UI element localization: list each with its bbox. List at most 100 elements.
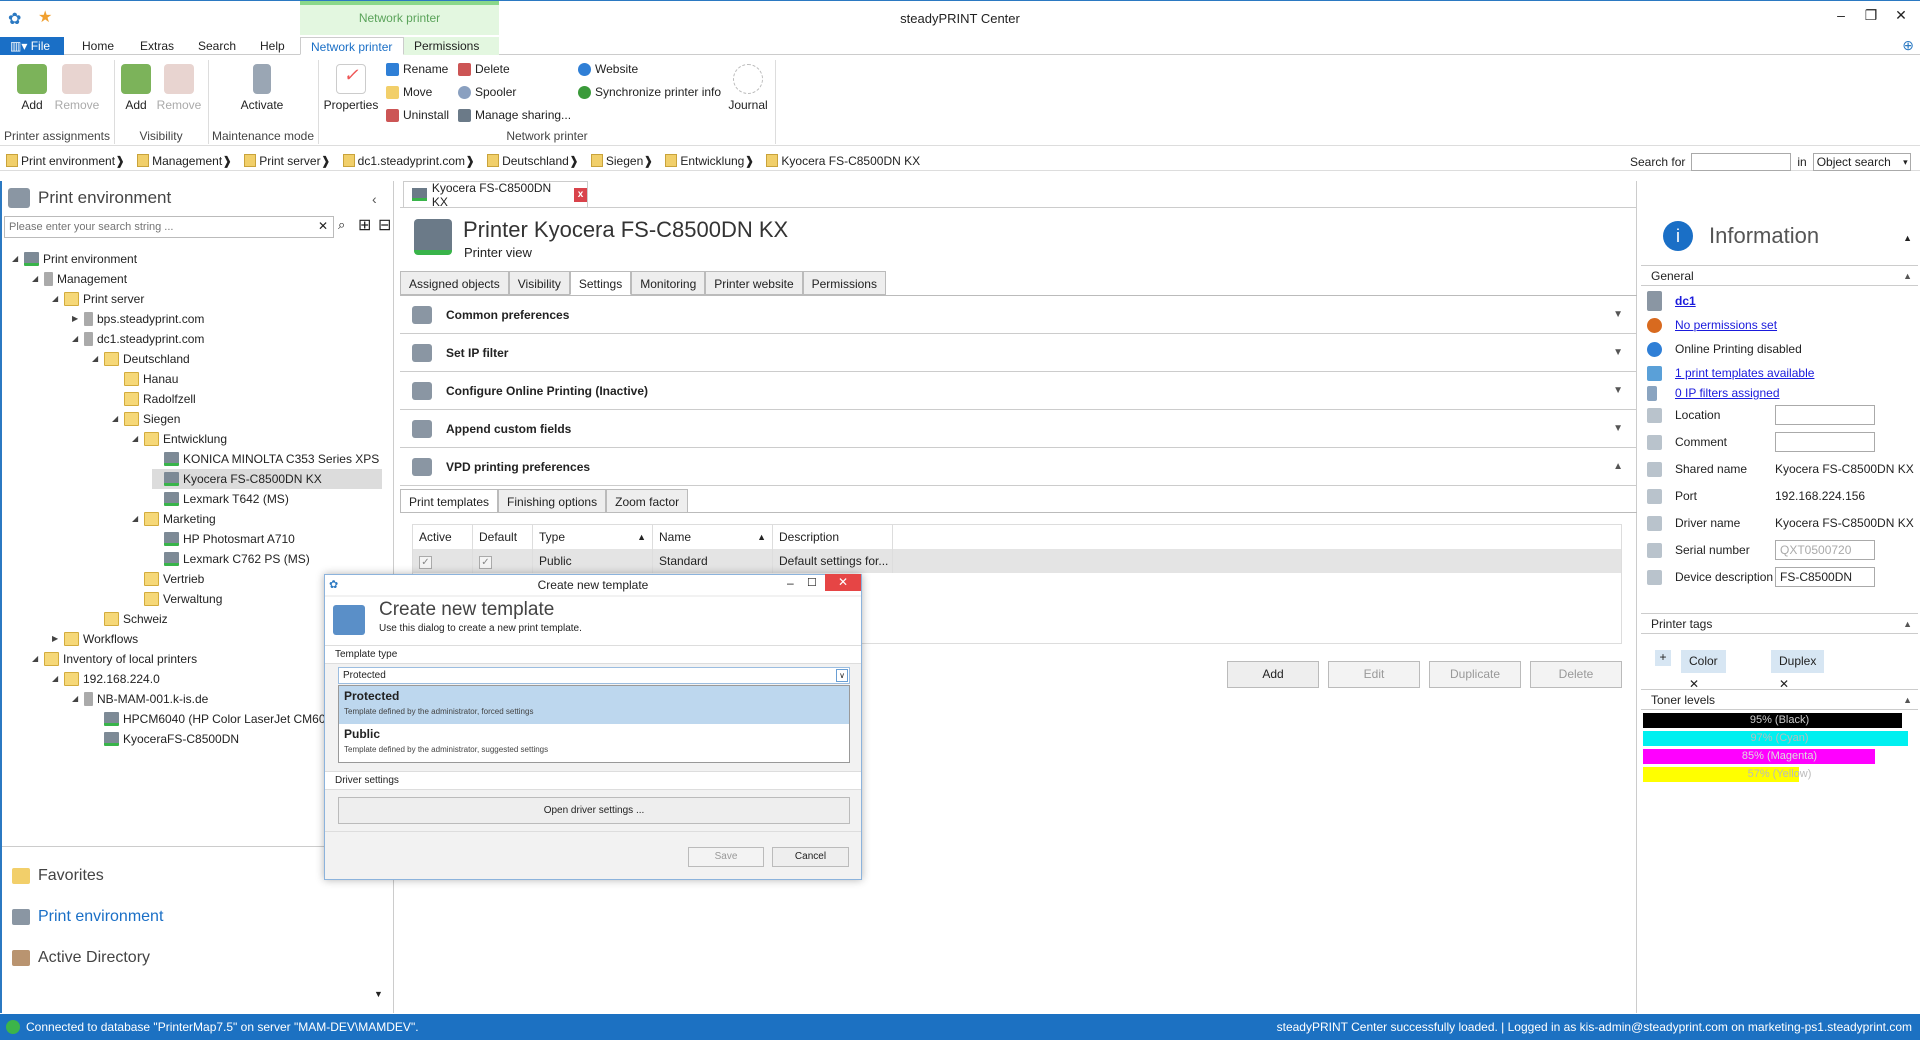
breadcrumb-item[interactable]: Management ❱ [137,154,232,168]
chevron-down-icon[interactable]: ▼ [374,989,383,999]
journal-button[interactable]: Journal [726,64,770,112]
templates-link[interactable]: 1 print templates available [1675,366,1814,380]
subtab-print-templates[interactable]: Print templates [400,489,499,513]
tree-item[interactable]: ◢ Entwicklung [132,429,227,449]
expander-icon[interactable]: ◢ [132,509,144,529]
tab-help[interactable]: Help [250,37,295,55]
tree-item[interactable]: Lexmark T642 (MS) [152,489,289,509]
minimize-button[interactable]: – [1828,7,1854,23]
open-driver-settings-button[interactable]: Open driver settings ... [338,797,850,824]
toner-levels-header[interactable]: Toner levels ▲ [1641,689,1918,710]
settings-section[interactable]: VPD printing preferences ▲ [400,448,1637,486]
close-tab-icon[interactable]: x [574,187,587,202]
expander-icon[interactable]: ◢ [52,669,64,689]
document-tab[interactable]: Kyocera FS-C8500DN KX x [403,181,588,209]
clear-search-icon[interactable]: ✕ [318,219,328,233]
template-type-select[interactable]: Protected ∨ [338,667,850,684]
duplicate-template-button[interactable]: Duplicate [1429,661,1521,688]
add-template-button[interactable]: Add [1227,661,1319,688]
tab-printer-website[interactable]: Printer website [705,271,803,295]
field-value[interactable] [1775,405,1875,425]
tab-visibility[interactable]: Visibility [508,271,570,295]
field-value[interactable]: QXT0500720 [1775,540,1875,560]
field-value[interactable] [1775,432,1875,452]
expander-icon[interactable]: ◢ [72,329,84,349]
tree-item[interactable]: ◢ NB-MAM-001.k-is.de [72,689,208,709]
tree-item[interactable]: Lexmark C762 PS (MS) [152,549,310,569]
sync-printer-button[interactable]: Synchronize printer info [578,85,721,99]
tree-item[interactable]: ▶ Workflows [52,629,138,649]
properties-button[interactable]: ✓ Properties [322,64,380,112]
settings-section[interactable]: Set IP filter ▼ [400,334,1637,372]
general-header[interactable]: General ▲ [1641,265,1918,286]
column-header[interactable]: Description [773,525,893,549]
visibility-add-button[interactable]: Add [118,64,154,112]
tab-search[interactable]: Search [188,37,246,55]
move-button[interactable]: Move [386,85,432,99]
tree-search-input[interactable] [4,216,334,238]
breadcrumb-item[interactable]: Siegen ❱ [590,154,653,168]
tree-item[interactable]: ◢ 192.168.224.0 [52,669,160,689]
option-public[interactable]: Public Template defined by the administra… [339,724,849,762]
tree-item[interactable]: ▶ bps.steadyprint.com [72,309,204,329]
ip-filters-link[interactable]: 0 IP filters assigned [1675,386,1780,400]
add-tag-icon[interactable]: + [1655,650,1671,666]
website-button[interactable]: Website [578,62,638,76]
breadcrumb-item[interactable]: Kyocera FS-C8500DN KX [766,154,920,168]
tab-monitoring[interactable]: Monitoring [631,271,706,295]
tree-item[interactable]: Schweiz [92,609,168,629]
visibility-remove-button[interactable]: Remove [156,64,202,112]
subtab-zoom-factor[interactable]: Zoom factor [606,489,689,513]
settings-section[interactable]: Append custom fields ▼ [400,410,1637,448]
activate-button[interactable]: Activate [232,64,292,112]
tree-item[interactable]: Radolfzell [112,389,196,409]
expander-icon[interactable]: ▶ [52,629,64,649]
tab-file[interactable]: ▥▾ File [0,37,64,55]
table-row[interactable]: ✓ ✓ Public Standard Default settings for... [413,549,1621,573]
breadcrumb-item[interactable]: Print environment ❱ [6,154,125,168]
tree-item[interactable]: HPCM6040 (HP Color LaserJet CM6040 [92,709,339,729]
expander-icon[interactable]: ◢ [32,649,44,669]
tree-item[interactable]: KyoceraFS-C8500DN [92,729,239,749]
column-header[interactable]: Name ▲ [653,525,773,549]
close-button[interactable]: ✕ [1888,7,1914,24]
default-checkbox[interactable]: ✓ [479,556,492,569]
nav-active-directory[interactable]: Active Directory [12,949,150,967]
subtab-finishing-options[interactable]: Finishing options [498,489,607,513]
tab-settings[interactable]: Settings [569,271,632,295]
maximize-button[interactable]: ☐ [807,576,817,589]
field-value[interactable]: FS-C8500DN [1775,567,1875,587]
restore-button[interactable]: ❐ [1858,7,1884,24]
expander-icon[interactable]: ◢ [72,689,84,709]
expander-icon[interactable]: ▶ [72,309,84,329]
nav-print-environment[interactable]: Print environment [12,908,163,926]
tab-network-printer[interactable]: Network printer [300,37,404,55]
save-button[interactable]: Save [688,847,764,867]
search-scope-select[interactable]: Object search ▾ [1812,153,1911,171]
cancel-button[interactable]: Cancel [772,847,849,867]
tab-extras[interactable]: Extras [130,37,184,55]
expander-icon[interactable]: ◢ [32,269,44,289]
dialog-close-button[interactable]: ✕ [825,574,861,591]
settings-section[interactable]: Common preferences ▼ [400,296,1637,334]
settings-section[interactable]: Configure Online Printing (Inactive) ▼ [400,372,1637,410]
rename-button[interactable]: Rename [386,62,448,76]
tree-item[interactable]: ◢ Management [32,269,127,289]
tree-item[interactable]: Kyocera FS-C8500DN KX [152,469,382,489]
tree-item[interactable]: ◢ Deutschland [92,349,190,369]
uninstall-button[interactable]: Uninstall [386,108,449,122]
delete-button[interactable]: Delete [458,62,510,76]
delete-template-button[interactable]: Delete [1530,661,1622,688]
spooler-button[interactable]: Spooler [458,85,516,99]
tree-item[interactable]: ◢ Marketing [132,509,216,529]
tab-permissions[interactable]: Permissions [802,271,886,295]
tree-item[interactable]: HP Photosmart A710 [152,529,295,549]
tree-item[interactable]: ◢ Inventory of local printers [32,649,197,669]
expand-all-icon[interactable]: ⊞ [358,215,371,235]
active-checkbox[interactable]: ✓ [419,556,432,569]
tree-item[interactable]: ◢ Siegen [112,409,180,429]
breadcrumb-item[interactable]: Entwicklung ❱ [665,154,754,168]
expander-icon[interactable]: ◢ [92,349,104,369]
tab-assigned-objects[interactable]: Assigned objects [400,271,509,295]
tree-item[interactable]: Vertrieb [132,569,204,589]
